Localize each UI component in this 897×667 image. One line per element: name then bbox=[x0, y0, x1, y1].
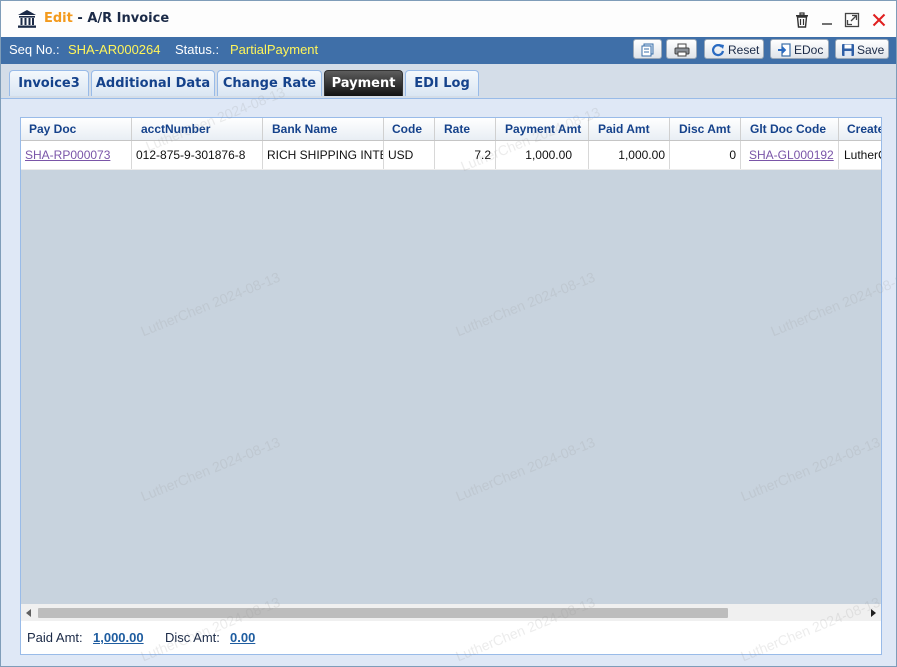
column-header-code[interactable]: Code bbox=[384, 118, 435, 140]
payment-panel: Pay Doc acctNumber Bank Name Code Rate P… bbox=[9, 99, 888, 657]
scrollbar-thumb[interactable] bbox=[38, 608, 728, 618]
column-header-pay-doc[interactable]: Pay Doc bbox=[21, 118, 132, 140]
rate-cell: 7.2 bbox=[435, 141, 496, 169]
refresh-icon bbox=[711, 44, 725, 57]
seq-no-value: SHA-AR000264 bbox=[68, 42, 161, 57]
code-cell: USD bbox=[384, 141, 435, 169]
tab-additional-data[interactable]: Additional Data bbox=[91, 70, 215, 96]
edoc-icon bbox=[778, 43, 791, 57]
title-separator: - bbox=[72, 11, 88, 26]
column-header-glt-doc-code[interactable]: Glt Doc Code bbox=[741, 118, 839, 140]
edoc-label: EDoc bbox=[794, 43, 824, 57]
tab-payment[interactable]: Payment bbox=[324, 70, 403, 96]
tab-strip: Invoice3 Additional Data Change Rate Pay… bbox=[1, 64, 896, 99]
glt-doc-code-link[interactable]: SHA-GL000192 bbox=[749, 148, 834, 162]
paid-amt-cell: 1,000.00 bbox=[589, 141, 670, 169]
column-header-rate[interactable]: Rate bbox=[435, 118, 496, 140]
column-header-acct-number[interactable]: acctNumber bbox=[132, 118, 263, 140]
delete-icon[interactable] bbox=[794, 12, 810, 28]
edoc-button[interactable]: EDoc bbox=[770, 39, 829, 59]
paid-amt-label: Paid Amt: bbox=[27, 630, 83, 645]
column-header-payment-amt[interactable]: Payment Amt bbox=[496, 118, 589, 140]
disc-amt-cell: 0 bbox=[670, 141, 741, 169]
payment-grid-container: Pay Doc acctNumber Bank Name Code Rate P… bbox=[20, 117, 882, 655]
acct-number-cell: 012-875-9-301876-8 bbox=[132, 141, 263, 169]
glt-doc-code-cell: SHA-GL000192 bbox=[741, 141, 839, 169]
grid-header: Pay Doc acctNumber Bank Name Code Rate P… bbox=[21, 118, 881, 141]
disc-amt-total[interactable]: 0.00 bbox=[230, 630, 255, 645]
title-bar: Edit - A/R Invoice bbox=[1, 1, 896, 38]
status-label: Status.: bbox=[175, 42, 220, 57]
pay-doc-cell: SHA-RP000073 bbox=[21, 141, 132, 169]
seq-no-label: Seq No.: bbox=[9, 42, 60, 57]
ar-invoice-window: Edit - A/R Invoice Seq No.: SHA-AR000264… bbox=[0, 0, 897, 667]
maximize-icon[interactable] bbox=[844, 12, 860, 28]
payment-amt-cell: 1,000.00 bbox=[496, 141, 589, 169]
bank-name-cell: RICH SHIPPING INTE bbox=[263, 141, 384, 169]
edit-mode-label: Edit bbox=[44, 11, 73, 26]
column-header-disc-amt[interactable]: Disc Amt bbox=[670, 118, 741, 140]
table-row[interactable]: SHA-RP000073 012-875-9-301876-8 RICH SHI… bbox=[21, 141, 881, 170]
column-header-paid-amt[interactable]: Paid Amt bbox=[589, 118, 670, 140]
status-value: PartialPayment bbox=[230, 42, 319, 57]
copy-button[interactable] bbox=[633, 39, 662, 59]
tab-edi-log[interactable]: EDI Log bbox=[405, 70, 479, 96]
reset-button[interactable]: Reset bbox=[704, 39, 764, 59]
tab-invoice3[interactable]: Invoice3 bbox=[9, 70, 89, 96]
save-label: Save bbox=[857, 43, 885, 57]
minimize-icon[interactable] bbox=[819, 12, 835, 28]
payment-summary: Paid Amt: 1,000.00 Disc Amt: 0.00 bbox=[21, 621, 881, 654]
column-header-create[interactable]: Create bbox=[839, 118, 881, 140]
print-button[interactable] bbox=[666, 39, 697, 59]
scroll-left-icon[interactable] bbox=[25, 609, 33, 617]
horizontal-scrollbar[interactable] bbox=[21, 604, 881, 621]
create-cell: LutherC bbox=[844, 148, 881, 162]
reset-label: Reset bbox=[728, 43, 760, 57]
paid-amt-total[interactable]: 1,000.00 bbox=[93, 630, 144, 645]
window-title: Edit - A/R Invoice bbox=[44, 11, 169, 26]
scroll-right-icon[interactable] bbox=[869, 609, 877, 617]
bank-icon bbox=[18, 10, 36, 28]
print-icon bbox=[674, 43, 690, 57]
floppy-disk-icon bbox=[842, 44, 854, 56]
pay-doc-link[interactable]: SHA-RP000073 bbox=[25, 148, 110, 162]
close-icon[interactable] bbox=[871, 12, 887, 28]
window-title-text: A/R Invoice bbox=[87, 11, 170, 26]
payment-grid: Pay Doc acctNumber Bank Name Code Rate P… bbox=[21, 118, 881, 604]
save-button[interactable]: Save bbox=[835, 39, 889, 59]
info-bar: Seq No.: SHA-AR000264 Status.: PartialPa… bbox=[1, 37, 896, 64]
copy-icon bbox=[641, 43, 654, 57]
tab-change-rate[interactable]: Change Rate bbox=[217, 70, 322, 96]
column-header-bank-name[interactable]: Bank Name bbox=[263, 118, 384, 140]
disc-amt-label: Disc Amt: bbox=[165, 630, 220, 645]
